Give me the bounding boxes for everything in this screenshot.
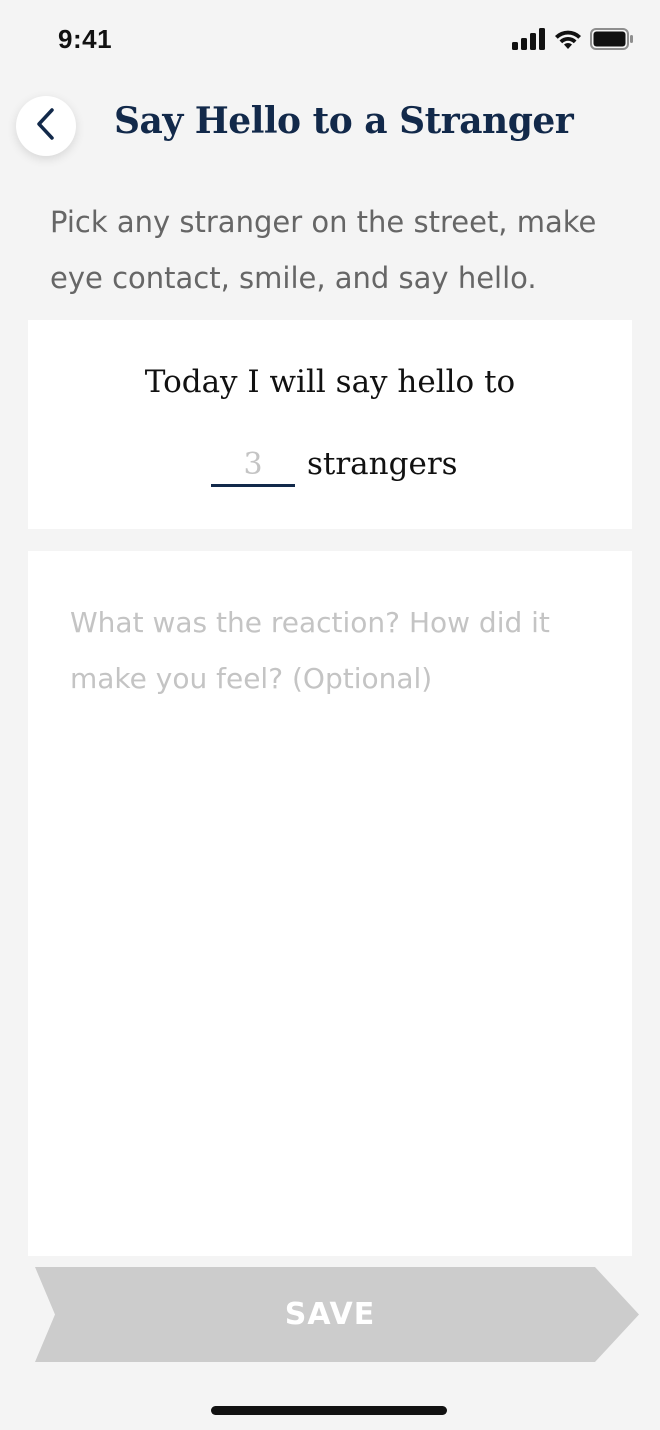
notes-card: [28, 551, 632, 1256]
commitment-count-row: strangers: [211, 444, 458, 488]
chevron-left-icon: [34, 107, 58, 146]
stranger-count-input[interactable]: [211, 444, 295, 487]
reaction-notes-textarea[interactable]: [70, 595, 600, 1215]
signal-icon: [512, 28, 546, 55]
commitment-unit-text: strangers: [307, 446, 458, 482]
status-icons: [512, 28, 634, 55]
back-button[interactable]: [16, 96, 76, 156]
commitment-lead-text: Today I will say hello to: [144, 364, 516, 400]
status-bar: 9:41: [0, 0, 660, 80]
home-indicator: [211, 1406, 447, 1415]
save-button-label: SAVE: [284, 1297, 376, 1332]
wifi-icon: [554, 28, 582, 55]
status-time: 9:41: [58, 24, 113, 54]
battery-icon: [590, 28, 634, 55]
save-button[interactable]: SAVE: [35, 1267, 639, 1362]
commitment-card: Today I will say hello to strangers: [28, 320, 632, 529]
activity-description: Pick any stranger on the street, make ey…: [50, 205, 597, 295]
page-title: Say Hello to a Stranger: [114, 100, 574, 142]
